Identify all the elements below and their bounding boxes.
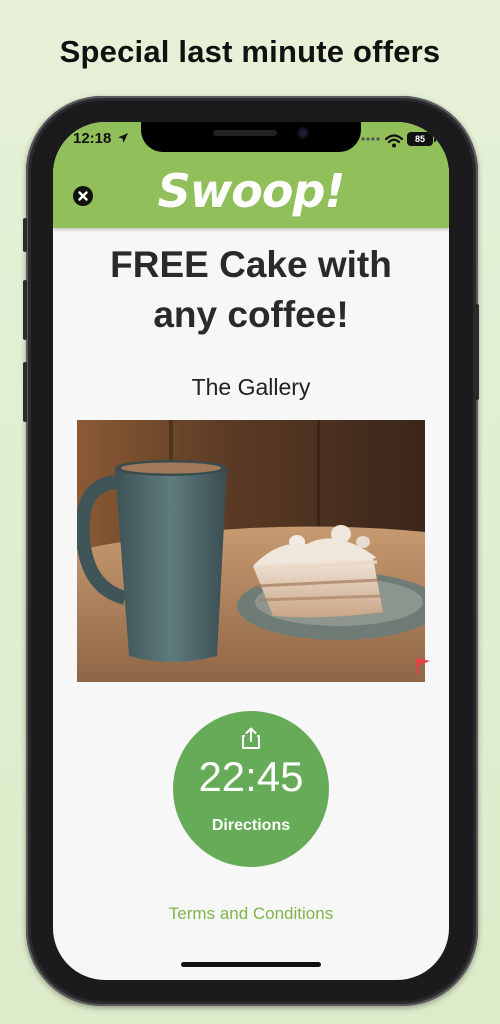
wifi-icon <box>385 134 403 148</box>
countdown-timer[interactable]: 22:45 Directions <box>173 711 329 867</box>
phone-power-button <box>475 304 479 400</box>
offer-title-line1: FREE Cake with <box>110 244 392 285</box>
status-time: 12:18 <box>73 130 112 147</box>
phone-volume-down <box>23 362 27 422</box>
battery-icon: 85 <box>407 132 433 146</box>
phone-notch <box>141 122 361 152</box>
home-indicator <box>181 962 321 967</box>
phone-screen: 12:18 85 Swoop! FREE Cake with any coffe… <box>53 122 449 980</box>
marketing-headline: Special last minute offers <box>59 34 441 69</box>
phone-volume-up <box>23 280 27 340</box>
app-logo: Swoop! <box>157 164 346 218</box>
battery-tip <box>434 136 436 142</box>
location-arrow-icon <box>118 133 128 143</box>
countdown-time: 22:45 <box>198 753 304 800</box>
signal-icon <box>361 137 380 141</box>
report-flag-icon[interactable] <box>415 657 431 675</box>
offer-title-line2: any coffee! <box>153 294 349 335</box>
venue-name[interactable]: The Gallery <box>53 374 449 401</box>
directions-button[interactable]: Directions <box>173 817 329 835</box>
terms-and-conditions-link[interactable]: Terms and Conditions <box>53 904 449 924</box>
offer-title: FREE Cake with any coffee! <box>53 240 449 340</box>
phone-speaker <box>213 130 277 136</box>
phone-mute-switch <box>23 218 27 252</box>
battery-level: 85 <box>414 134 425 144</box>
offer-photo <box>77 420 425 682</box>
share-icon[interactable] <box>241 727 261 749</box>
phone-camera <box>297 127 309 139</box>
